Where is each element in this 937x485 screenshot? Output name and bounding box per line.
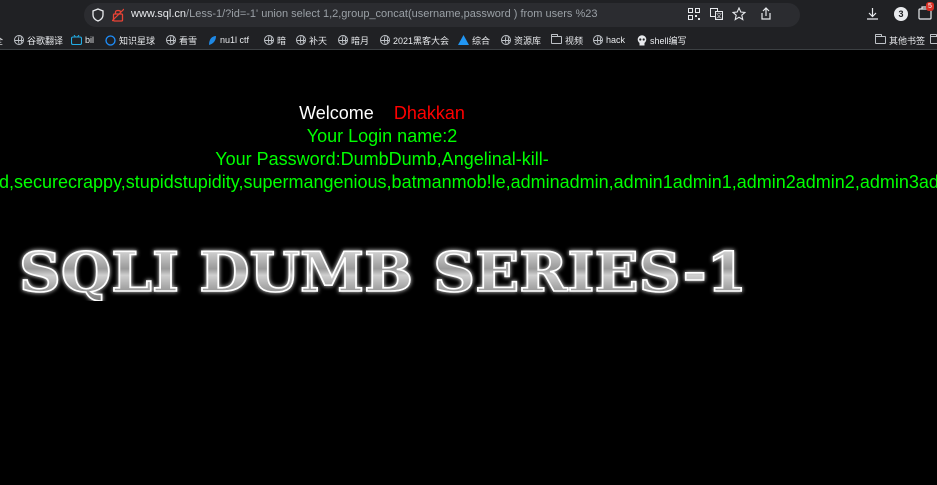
folder-icon: [875, 34, 886, 44]
globe-icon: [296, 35, 306, 45]
globe-icon: [338, 35, 348, 45]
password-continuation: d,securecrappy,stupidstupidity,supermang…: [0, 172, 937, 192]
download-icon[interactable]: [866, 7, 879, 20]
bookmark-folder-partial[interactable]: [930, 33, 937, 47]
circle-icon: [105, 34, 116, 46]
globe-icon: [593, 35, 603, 45]
password-line: Your Password:DumbDumb,Angelinal-kill-: [215, 149, 549, 169]
bookmark-item-resources[interactable]: 资源库: [501, 33, 541, 47]
insecure-lock-icon[interactable]: [112, 8, 124, 22]
url-path: /Less-1/?id=-1' union select 1,2,group_c…: [186, 8, 598, 20]
sqli-dumb-series-banner: SQLI DUMB SERIES-1: [18, 241, 748, 301]
folder-icon: [930, 34, 937, 44]
extension-badge: 5: [926, 2, 934, 11]
bookmark-item-knowledge-planet[interactable]: 知识星球: [105, 33, 155, 47]
globe-icon: [14, 35, 24, 45]
translate-icon[interactable]: 文: [710, 8, 723, 20]
bilibili-icon: [71, 35, 82, 45]
globe-icon: [380, 35, 390, 45]
welcome-name: Dhakkan: [393, 103, 465, 123]
bookmark-folder-video[interactable]: 视频: [551, 33, 583, 47]
bookmark-item-hacker-conference[interactable]: 2021黑客大会: [380, 33, 449, 47]
welcome-line: Welcome Dhakkan: [0, 103, 764, 124]
bookmarks-bar: 全 谷歌翻译 bil 知识星球 看雪 nu1l ctf 暗 补天 暗月: [0, 30, 937, 50]
url-text[interactable]: www.sql.cn/Less-1/?id=-1' union select 1…: [131, 8, 597, 20]
bookmark-item-partial[interactable]: 全: [0, 33, 3, 47]
qr-code-icon[interactable]: [688, 8, 700, 20]
skull-icon: [637, 34, 647, 46]
bookmark-item-bil[interactable]: bil: [71, 33, 94, 47]
browser-toolbar: www.sql.cn/Less-1/?id=-1' union select 1…: [0, 0, 937, 30]
url-host: www.sql.cn: [131, 8, 187, 20]
share-icon[interactable]: [759, 7, 773, 21]
bookmark-item-an[interactable]: 暗: [264, 33, 286, 47]
bookmark-item-hack[interactable]: hack: [593, 33, 625, 47]
page-content: Welcome Dhakkan Your Login name:2 Your P…: [0, 51, 937, 485]
bookmark-item-anyue[interactable]: 暗月: [338, 33, 369, 47]
globe-icon: [166, 35, 176, 45]
folder-icon: [551, 34, 562, 44]
bookmark-item-shell[interactable]: shell编写: [637, 33, 687, 47]
bookmark-item-kanxue[interactable]: 看雪: [166, 33, 197, 47]
globe-icon: [501, 35, 511, 45]
welcome-label: Welcome: [299, 103, 374, 123]
svg-text:文: 文: [716, 12, 722, 20]
leaf-icon: [207, 35, 217, 46]
profile-badge[interactable]: 3: [894, 7, 908, 21]
login-name-line: Your Login name:2: [306, 126, 458, 146]
bookmark-star-icon[interactable]: [732, 7, 746, 21]
address-bar[interactable]: www.sql.cn/Less-1/?id=-1' union select 1…: [84, 3, 800, 27]
shield-icon[interactable]: [92, 8, 104, 22]
bookmark-item-zonghe[interactable]: 综合: [458, 33, 490, 47]
bookmark-item-nu1l-ctf[interactable]: nu1l ctf: [207, 33, 249, 47]
globe-icon: [264, 35, 274, 45]
banner-text: SQLI DUMB SERIES-1: [19, 241, 747, 301]
bookmark-folder-other[interactable]: 其他书签: [875, 33, 925, 47]
bookmark-item-butian[interactable]: 补天: [296, 33, 327, 47]
bookmark-item-google-translate[interactable]: 谷歌翻译: [14, 33, 63, 47]
triangle-icon: [458, 35, 469, 45]
